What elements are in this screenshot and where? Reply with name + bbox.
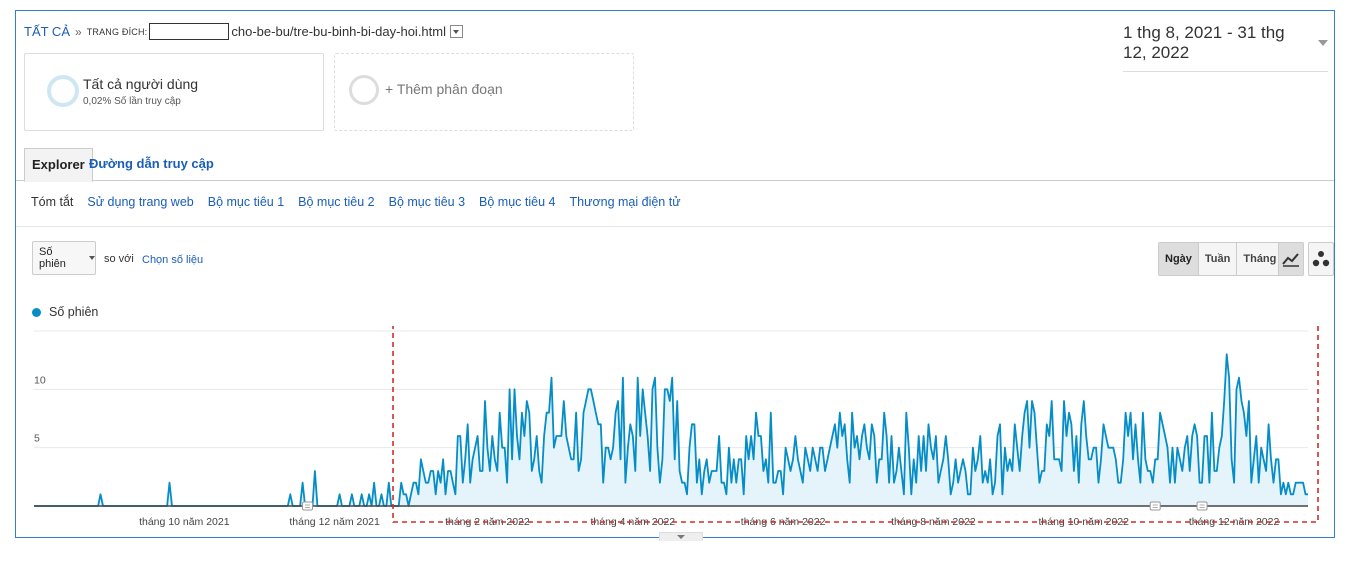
subnav-goal-set-1[interactable]: Bộ mục tiêu 1 xyxy=(208,195,284,209)
breadcrumb-all-link[interactable]: TẤT CẢ xyxy=(24,24,70,39)
granularity-toggle: Ngày Tuần Tháng xyxy=(1158,242,1284,276)
chevron-down-icon xyxy=(1318,40,1328,46)
report-frame: TẤT CẢ » TRANG ĐÍCH: cho-be-bu/tre-bu-bi… xyxy=(15,10,1335,541)
granularity-month-button[interactable]: Tháng xyxy=(1237,243,1283,275)
subnav-site-usage[interactable]: Sử dụng trang web xyxy=(87,195,193,209)
divider xyxy=(16,226,1334,227)
breadcrumb-label: TRANG ĐÍCH: xyxy=(86,26,148,37)
add-segment-label: + Thêm phân đoạn xyxy=(385,81,503,97)
subnav-goal-set-4[interactable]: Bộ mục tiêu 4 xyxy=(479,195,555,209)
granularity-day-button[interactable]: Ngày xyxy=(1159,243,1199,275)
segment-subtitle: 0,02% Số lần truy cập xyxy=(83,96,181,107)
chart-view-buttons xyxy=(1278,242,1334,276)
annotation-icon xyxy=(1196,501,1208,511)
tab-navigation-summary[interactable]: Đường dẫn truy cập xyxy=(82,148,221,180)
legend-dot xyxy=(32,307,41,317)
metric-selector[interactable]: Số phiên xyxy=(32,241,96,275)
subnav-goal-set-2[interactable]: Bộ mục tiêu 2 xyxy=(298,195,374,209)
y-tick-label: 10 xyxy=(34,374,46,386)
segment-title: Tất cả người dùng xyxy=(83,76,199,92)
compare-label: so với xyxy=(104,253,134,265)
series-area xyxy=(34,354,1308,506)
x-tick-label: tháng 10 năm 2021 xyxy=(139,516,230,528)
annotation-icon xyxy=(1149,501,1161,511)
breadcrumb-separator: » xyxy=(75,24,82,39)
breadcrumb-dropdown-icon[interactable] xyxy=(450,25,463,38)
x-tick-label: tháng 12 năm 2021 xyxy=(289,516,380,528)
granularity-week-button[interactable]: Tuần xyxy=(1198,243,1238,275)
subnav-summary[interactable]: Tóm tắt xyxy=(31,195,73,209)
motion-chart-icon xyxy=(1312,251,1330,267)
y-tick-label: 5 xyxy=(34,433,40,445)
legend-label: Số phiên xyxy=(49,305,99,319)
breadcrumb: TẤT CẢ » TRANG ĐÍCH: cho-be-bu/tre-bu-bi… xyxy=(24,23,463,40)
annotation-icon xyxy=(302,501,314,511)
breadcrumb-path: cho-be-bu/tre-bu-binh-bi-day-hoi.html xyxy=(231,24,446,39)
chevron-down-icon xyxy=(89,256,95,260)
y-tick-label: 15 xyxy=(34,326,46,328)
line-chart-button[interactable] xyxy=(1278,242,1304,276)
tab-bar: Explorer Đường dẫn truy cập xyxy=(16,144,1334,182)
explorer-subnav: Tóm tắt Sử dụng trang web Bộ mục tiêu 1 … xyxy=(31,195,681,209)
redacted-box xyxy=(149,23,230,40)
segment-ring-icon xyxy=(349,75,379,105)
motion-chart-button[interactable] xyxy=(1308,242,1334,276)
chart-legend: Số phiên xyxy=(32,305,98,319)
subnav-goal-set-3[interactable]: Bộ mục tiêu 3 xyxy=(389,195,465,209)
segment-ring-icon xyxy=(47,75,79,107)
y-axis-labels: 5 10 15 xyxy=(34,326,46,445)
sessions-chart: 5 10 15 tháng 10 năm 2021 tháng 12 năm 2021… xyxy=(34,326,1319,528)
expand-chart-handle[interactable] xyxy=(659,532,703,541)
metric-selected: Số phiên xyxy=(39,246,66,270)
segment-all-users[interactable]: Tất cả người dùng 0,02% Số lần truy cập xyxy=(24,53,324,131)
line-chart-icon xyxy=(1282,253,1299,267)
add-segment-button[interactable]: + Thêm phân đoạn xyxy=(334,53,634,131)
subnav-ecommerce[interactable]: Thương mại điện tử xyxy=(569,195,680,209)
date-range-picker[interactable]: 1 thg 8, 2021 - 31 thg 12, 2022 xyxy=(1123,23,1328,72)
choose-metric-link[interactable]: Chọn số liệu xyxy=(142,254,203,266)
date-range-text: 1 thg 8, 2021 - 31 thg 12, 2022 xyxy=(1123,23,1285,62)
